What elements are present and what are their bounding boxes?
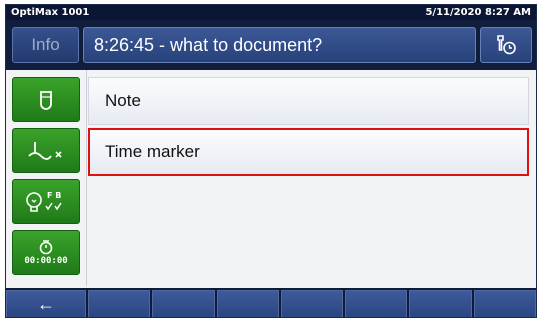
beaker-icon: [40, 90, 52, 110]
list-item-time-marker[interactable]: Time marker: [88, 128, 529, 176]
info-button[interactable]: Info: [12, 27, 79, 63]
beaker-button[interactable]: [12, 77, 80, 122]
list-item-note[interactable]: Note: [88, 77, 529, 125]
list-item-label: Time marker: [105, 142, 200, 161]
back-button[interactable]: ←: [6, 290, 86, 317]
header-bar: Info 8:26:45 - what to document?: [6, 20, 536, 70]
bottom-nav-bar: ←: [6, 288, 536, 317]
stirrer-off-button[interactable]: [12, 128, 80, 173]
softkey-button-4[interactable]: [280, 290, 344, 317]
page-title: 8:26:45 - what to document?: [83, 27, 476, 63]
softkey-button-2[interactable]: [152, 290, 215, 317]
action-column: F B 00:00:00: [6, 70, 87, 286]
softkey-button-5[interactable]: [345, 290, 408, 317]
date-time: 5/11/2020 8:27 AM: [425, 7, 531, 18]
timer-icon: [39, 240, 53, 255]
list-item-label: Note: [105, 91, 141, 110]
softkey-button-3[interactable]: [216, 290, 279, 317]
device-name: OptiMax 1001: [11, 7, 90, 18]
fb-label: F B: [47, 191, 61, 200]
wrench-clock-icon: [497, 35, 516, 55]
settings-button[interactable]: [480, 27, 532, 63]
filling-button[interactable]: F B: [12, 179, 80, 224]
timer-label: 00:00:00: [24, 256, 68, 266]
instrument-screen: OptiMax 1001 5/11/2020 8:27 AM Info 8:26…: [5, 4, 537, 318]
document-options-list: Note Time marker: [88, 73, 536, 283]
timer-button[interactable]: 00:00:00: [12, 230, 80, 275]
softkey-button-1[interactable]: [88, 290, 151, 317]
bulb-fb-icon: F B: [26, 191, 62, 212]
page-title-text: 8:26:45 - what to document?: [94, 34, 323, 55]
back-arrow-icon: ←: [37, 294, 55, 314]
softkey-button-7[interactable]: [473, 290, 536, 317]
softkey-button-6[interactable]: [409, 290, 472, 317]
status-bar: OptiMax 1001 5/11/2020 8:27 AM: [6, 5, 536, 20]
stirrer-off-icon: [28, 141, 62, 160]
